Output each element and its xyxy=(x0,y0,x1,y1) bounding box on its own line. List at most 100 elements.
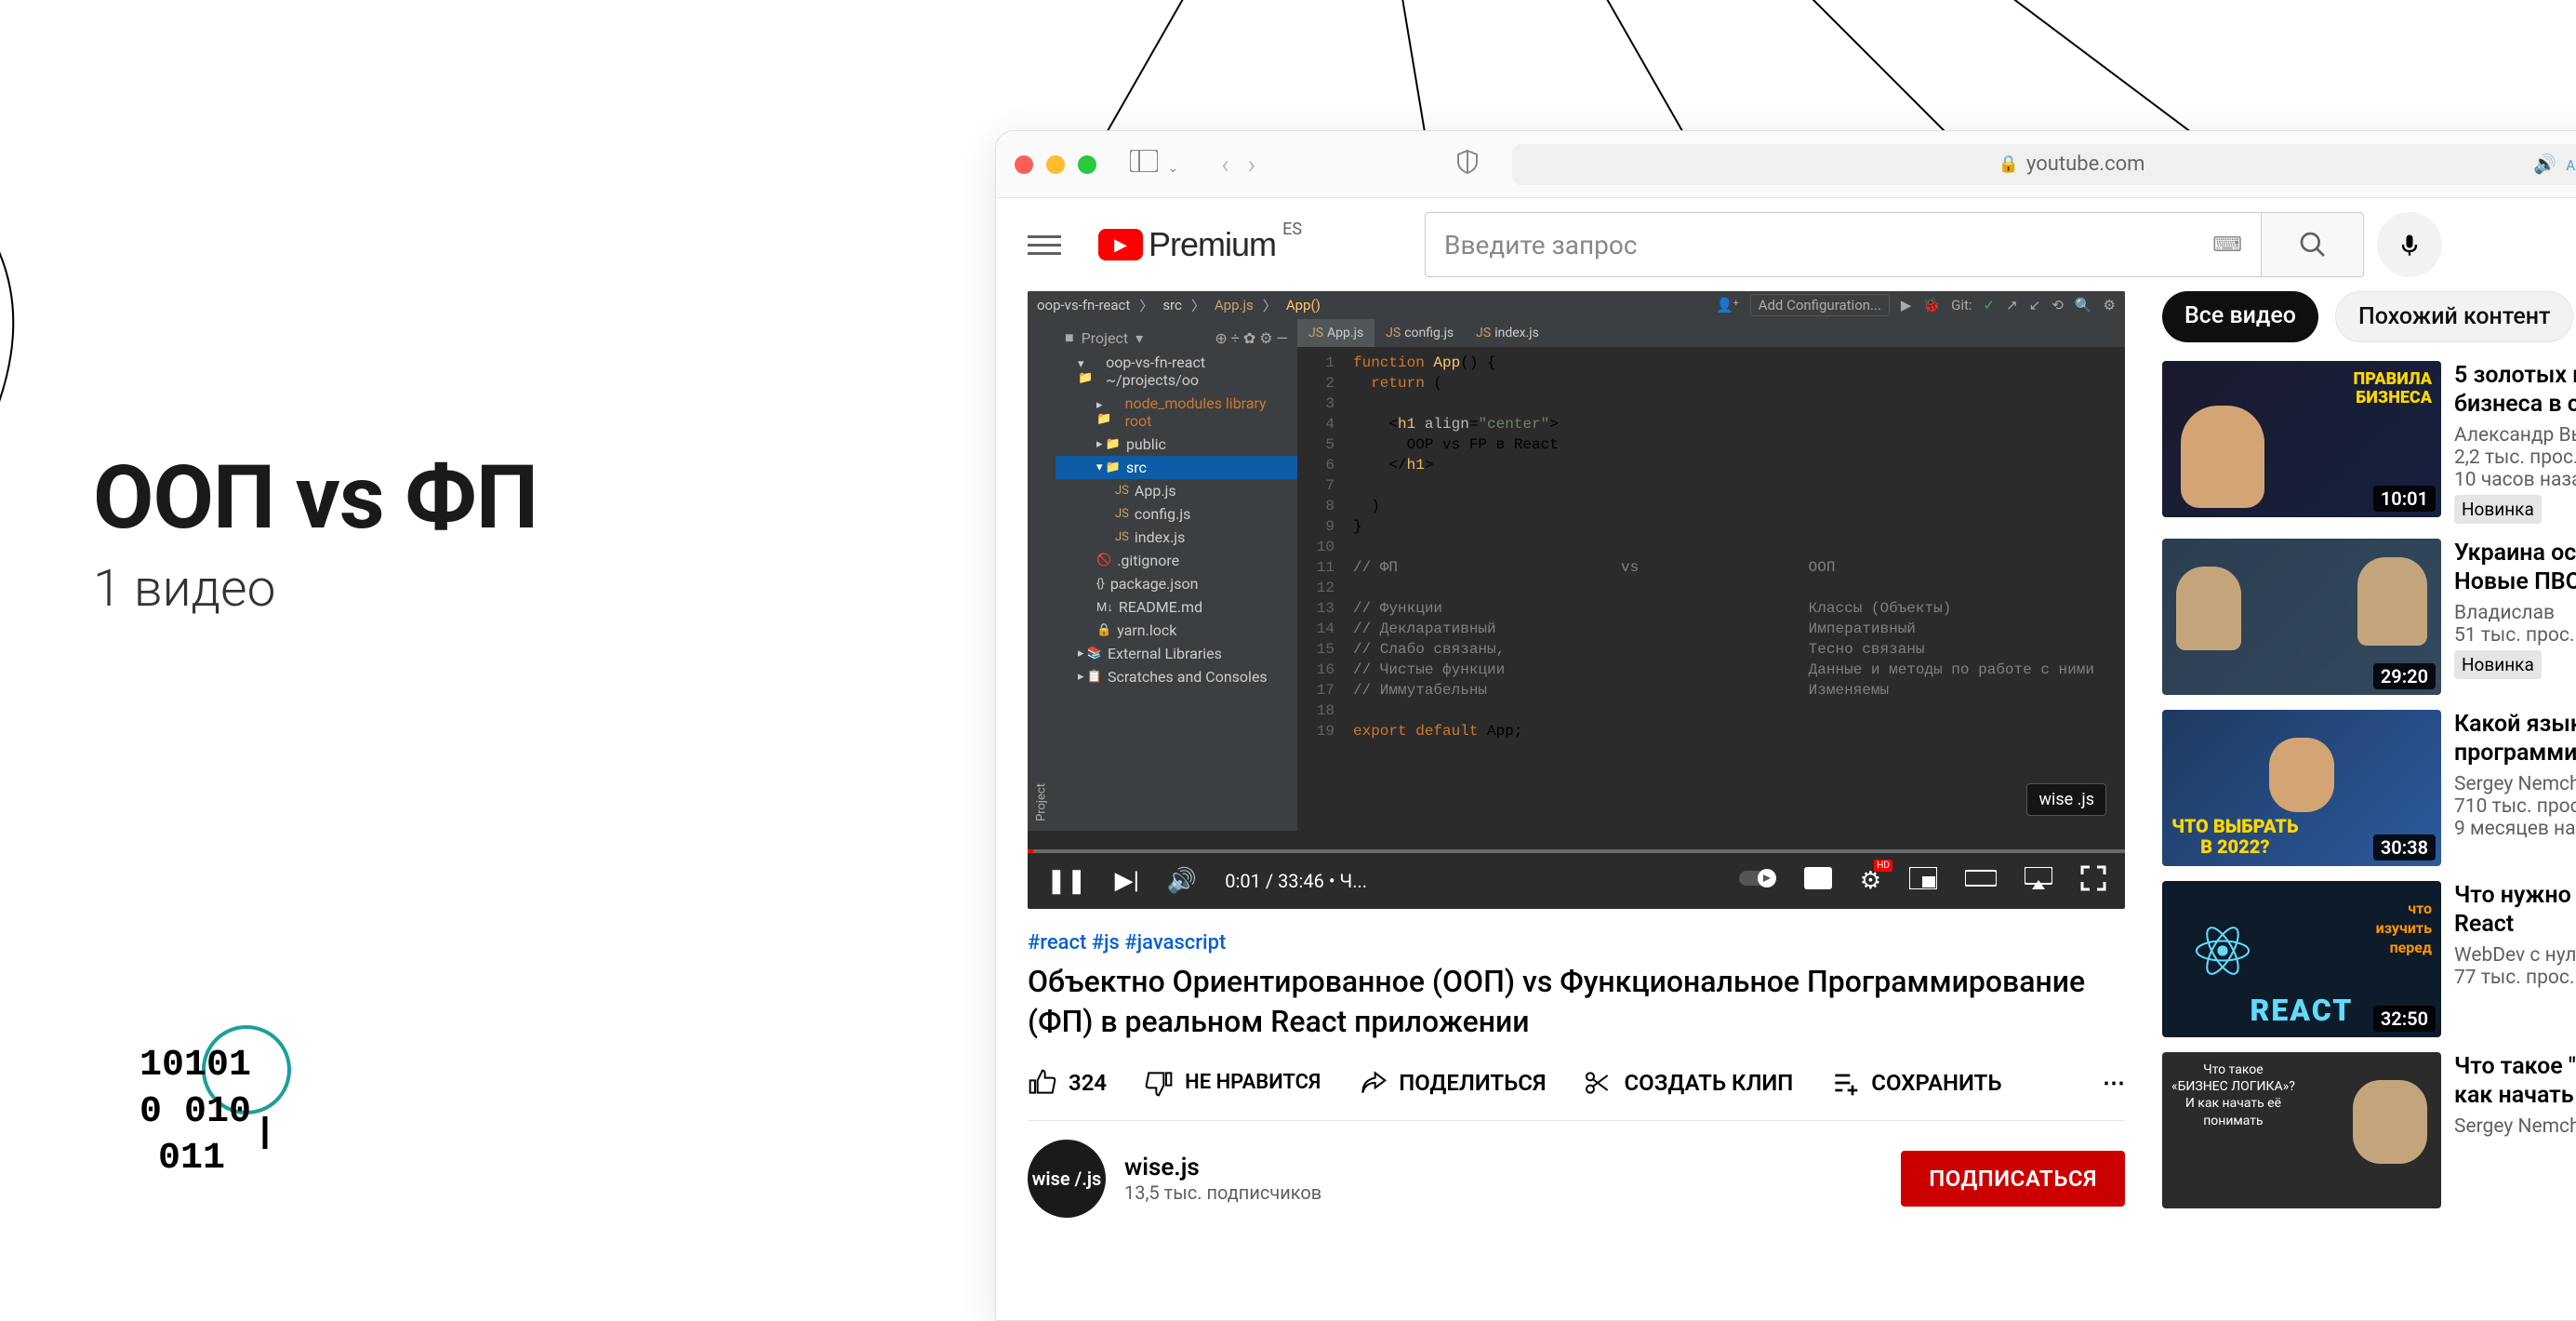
wise-js-binary-logo: 10101 0 010 011 xyxy=(121,1023,307,1194)
dislike-button[interactable]: НЕ НРАВИТСЯ xyxy=(1144,1068,1321,1098)
search-button[interactable] xyxy=(2262,212,2364,277)
recommendation-item[interactable]: ПРАВИЛАБИЗНЕСА10:015 золотых п... бизнес… xyxy=(2162,361,2576,524)
youtube-page: ▶ Premium ES Введите запрос ⌨ xyxy=(996,198,2576,1218)
video-duration: 30:38 xyxy=(2373,834,2436,861)
recommendation-title: Украина ост... \ Новые ПВО... xyxy=(2454,539,2576,596)
youtube-play-icon: ▶ xyxy=(1098,229,1143,260)
recommendation-item[interactable]: 29:20 Украина ост... \ Новые ПВО... Владис… xyxy=(2162,539,2576,695)
recommendations-column: Все видео Похожий контент ПРАВИЛАБИЗНЕСА… xyxy=(2162,291,2576,1218)
like-button[interactable]: 324 xyxy=(1028,1068,1107,1098)
more-actions-button[interactable]: ⋯ xyxy=(2103,1070,2125,1096)
svg-text:10101: 10101 xyxy=(139,1045,251,1087)
page-title: ООП vs ФП xyxy=(93,447,538,550)
sidebar-toggle-icon[interactable]: ⌄ xyxy=(1130,150,1178,179)
chip-similar-content[interactable]: Похожий контент xyxy=(2335,291,2574,342)
recommendation-channel: Владислав xyxy=(2454,602,2576,624)
recommendation-views: 2,2 тыс. прос... xyxy=(2454,447,2576,469)
recommendation-meta: Украина ост... \ Новые ПВО... Владислав51… xyxy=(2454,539,2576,695)
window-controls xyxy=(1015,155,1096,174)
theater-button[interactable] xyxy=(1965,867,1997,896)
recommendation-channel: Александр Вы... xyxy=(2454,424,2576,447)
code-editor: 12345678910111213141516171819 function A… xyxy=(1297,347,2125,831)
pause-button[interactable]: ❚❚ xyxy=(1046,867,1087,895)
menu-button[interactable] xyxy=(1028,228,1061,261)
settings-button[interactable]: ⚙HD xyxy=(1860,867,1881,895)
left-info-panel: ООП vs ФП 1 видео xyxy=(93,447,538,619)
filter-chips: Все видео Похожий контент xyxy=(2162,291,2576,342)
ide-toolbar: oop-vs-fn-react〉 src〉 App.js〉 App() 👤⁺ A… xyxy=(1028,291,2125,319)
subscriber-count: 13,5 тыс. подписчиков xyxy=(1124,1181,1882,1204)
recommendation-views: 51 тыс. прос... xyxy=(2454,624,2576,647)
recommendation-meta: 5 золотых п... бизнеса в с...Александр В… xyxy=(2454,361,2576,524)
video-hashtags[interactable]: #react #js #javascript xyxy=(1028,931,2125,954)
address-bar[interactable]: 🔒 youtube.com 🔊 ᴀA ↻ xyxy=(1512,144,2576,185)
youtube-header: ▶ Premium ES Введите запрос ⌨ xyxy=(996,198,2576,291)
recommendation-thumbnail[interactable]: ЧТО ВЫБРАТЬВ 2022?30:38 xyxy=(2162,710,2441,866)
safari-toolbar: ⌄ ‹ › 🔒 youtube.com 🔊 ᴀA ↻ xyxy=(996,131,2576,198)
clip-button[interactable]: СОЗДАТЬ КЛИП xyxy=(1583,1068,1793,1098)
share-button[interactable]: ПОДЕЛИТЬСЯ xyxy=(1358,1068,1546,1098)
recommendation-channel: Sergey Nemch... xyxy=(2454,773,2576,795)
minimize-window-button[interactable] xyxy=(1046,155,1065,174)
video-player[interactable]: oop-vs-fn-react〉 src〉 App.js〉 App() 👤⁺ A… xyxy=(1028,291,2125,909)
url-text: youtube.com xyxy=(2026,153,2144,176)
recommendation-meta: Что нужно з... ReactWebDev с нуля...77 т… xyxy=(2454,881,2576,1037)
editor-tabs: JSApp.js JSconfig.js JSindex.js xyxy=(1297,319,2125,347)
recommendation-age: 9 месяцев наз... xyxy=(2454,818,2576,840)
autoplay-toggle[interactable] xyxy=(1739,867,1776,896)
keyboard-icon[interactable]: ⌨ xyxy=(2212,234,2242,257)
recommendation-meta: Какой язык программир...Sergey Nemch...7… xyxy=(2454,710,2576,866)
recommendation-item[interactable]: ЧТО ВЫБРАТЬВ 2022?30:38Какой язык програ… xyxy=(2162,710,2576,866)
recommendation-title: Что такое "б... как начать е... xyxy=(2454,1052,2576,1110)
recommendation-thumbnail[interactable]: чтоизучитьпередREACT32:50 xyxy=(2162,881,2441,1037)
miniplayer-button[interactable] xyxy=(1909,867,1937,896)
video-duration: 32:50 xyxy=(2373,1006,2436,1032)
new-badge: Новинка xyxy=(2454,650,2542,679)
player-controls: ❚❚ ▶| 🔊 0:01 / 33:46 • Ч... ⚙HD xyxy=(1028,853,2125,909)
recommendation-channel: WebDev с нуля... xyxy=(2454,944,2576,967)
back-button[interactable]: ‹ xyxy=(1221,149,1228,180)
youtube-premium-label: Premium xyxy=(1149,225,1276,264)
recommendation-views: 77 тыс. прос... xyxy=(2454,967,2576,989)
video-duration: 10:01 xyxy=(2373,486,2436,512)
video-title: Объектно Ориентированное (ООП) vs Функци… xyxy=(1028,962,2125,1042)
channel-avatar[interactable]: wise /.js xyxy=(1028,1140,1106,1218)
forward-button[interactable]: › xyxy=(1248,149,1255,180)
translate-icon[interactable]: ᴀA xyxy=(2566,153,2576,176)
video-column: oop-vs-fn-react〉 src〉 App.js〉 App() 👤⁺ A… xyxy=(1028,291,2125,1218)
recommendation-thumbnail[interactable]: Что такое«БИЗНЕС ЛОГИКА»?И как начать её… xyxy=(2162,1052,2441,1208)
maximize-window-button[interactable] xyxy=(1078,155,1096,174)
fullscreen-button[interactable] xyxy=(2080,865,2106,898)
recommendation-item[interactable]: Что такое«БИЗНЕС ЛОГИКА»?И как начать её… xyxy=(2162,1052,2576,1208)
recommendation-age: 10 часов наза... xyxy=(2454,469,2576,491)
recommendation-channel: Sergey Nemch... xyxy=(2454,1115,2576,1138)
subscribe-button[interactable]: ПОДПИСАТЬСЯ xyxy=(1901,1151,2125,1207)
svg-text:011: 011 xyxy=(158,1138,225,1180)
search-container: Введите запрос ⌨ xyxy=(1425,212,2442,277)
video-actions: 324 НЕ НРАВИТСЯ ПОДЕЛИТЬСЯ СОЗДАТЬ КЛИП xyxy=(1028,1068,2125,1121)
recommendation-item[interactable]: чтоизучитьпередREACT32:50Что нужно з... … xyxy=(2162,881,2576,1037)
ide-file-tree: ■Project▾⊕ ÷ ✿ ⚙ — ▾ 📁oop-vs-fn-react ~/… xyxy=(1056,319,1297,831)
close-window-button[interactable] xyxy=(1015,155,1033,174)
lock-icon: 🔒 xyxy=(1998,154,2019,174)
save-button[interactable]: СОХРАНИТЬ xyxy=(1830,1068,2001,1098)
time-display: 0:01 / 33:46 • Ч... xyxy=(1225,870,1367,892)
captions-button[interactable] xyxy=(1804,867,1832,896)
video-duration: 29:20 xyxy=(2373,663,2436,689)
new-badge: Новинка xyxy=(2454,495,2542,524)
voice-search-button[interactable] xyxy=(2377,212,2442,277)
audio-icon[interactable]: 🔊 xyxy=(2533,153,2556,176)
channel-row: wise /.js wise.js 13,5 тыс. подписчиков … xyxy=(1028,1140,2125,1218)
video-watermark: wise .js xyxy=(2026,783,2106,816)
youtube-logo[interactable]: ▶ Premium ES xyxy=(1098,225,1276,264)
privacy-shield-icon[interactable] xyxy=(1456,149,1479,180)
search-input[interactable]: Введите запрос ⌨ xyxy=(1425,212,2262,277)
recommendation-thumbnail[interactable]: 29:20 xyxy=(2162,539,2441,695)
volume-button[interactable]: 🔊 xyxy=(1167,867,1197,895)
airplay-button[interactable] xyxy=(2025,867,2052,896)
channel-name[interactable]: wise.js xyxy=(1124,1154,1882,1181)
recommendation-thumbnail[interactable]: ПРАВИЛАБИЗНЕСА10:01 xyxy=(2162,361,2441,517)
recommendation-views: 710 тыс. прос... xyxy=(2454,795,2576,818)
next-button[interactable]: ▶| xyxy=(1115,867,1139,895)
chip-all-videos[interactable]: Все видео xyxy=(2162,291,2318,342)
